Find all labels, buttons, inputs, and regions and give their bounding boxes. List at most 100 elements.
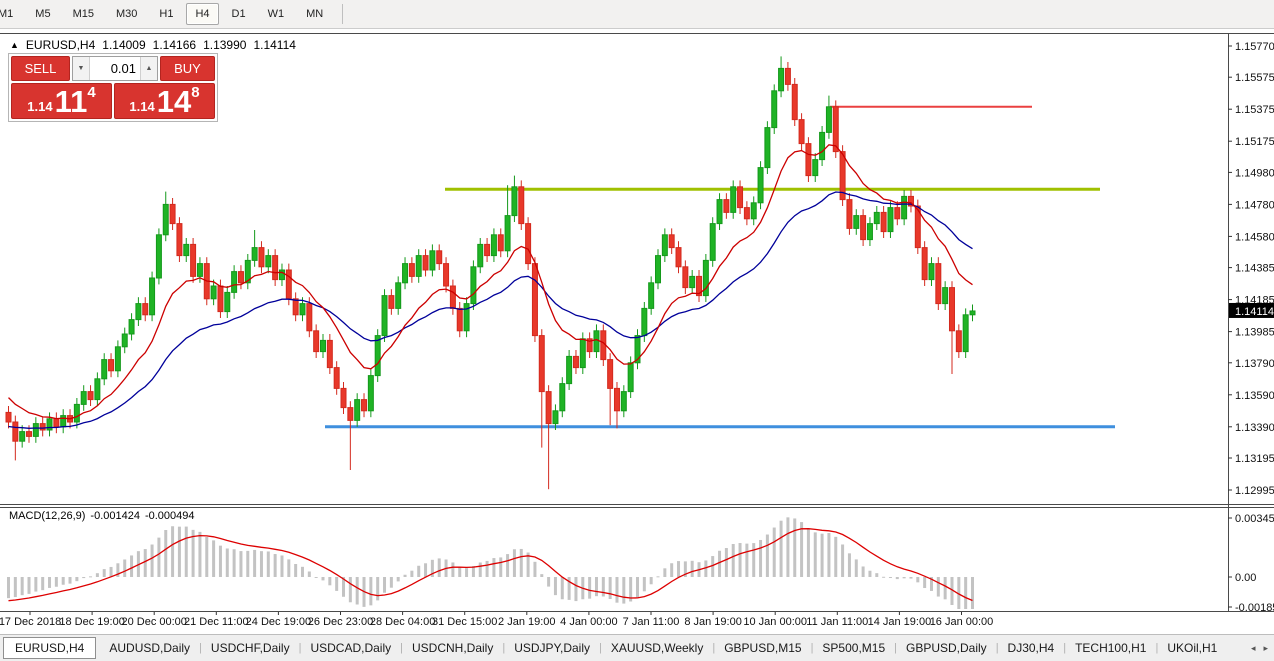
macd-histogram-bar [280, 555, 283, 577]
chart-tab-gbpusd-daily[interactable]: GBPUSD,Daily [897, 638, 996, 658]
candle-body [54, 419, 59, 427]
macd-histogram-bar [554, 577, 557, 595]
price-axis-label: 1.15375 [1235, 104, 1274, 116]
macd-histogram-bar [308, 571, 311, 577]
timeframe-button-m5[interactable]: M5 [26, 3, 59, 25]
chart-tab-sp500-m15[interactable]: SP500,M15 [813, 638, 894, 658]
price-axis-label: 1.15575 [1235, 72, 1274, 84]
timeframe-button-h4[interactable]: H4 [186, 3, 218, 25]
macd-histogram-bar [110, 567, 113, 577]
chart-tab-gbpusd-m15[interactable]: GBPUSD,M15 [715, 638, 810, 658]
macd-histogram-bar [69, 577, 72, 584]
macd-histogram-bar [745, 544, 748, 577]
timeframe-button-w1[interactable]: W1 [259, 3, 294, 25]
volume-input[interactable]: 0.01 [90, 57, 140, 80]
macd-histogram-bar [438, 558, 441, 577]
price-axis-label: 1.14385 [1235, 263, 1274, 275]
candle-body [621, 392, 626, 411]
volume-increase-icon[interactable]: ▲ [140, 57, 157, 80]
macd-histogram-bar [923, 577, 926, 588]
time-axis-label: 7 Jan 11:00 [623, 616, 680, 628]
candle-body [286, 270, 291, 299]
timeframe-button-mn[interactable]: MN [297, 3, 332, 25]
sell-button[interactable]: SELL [11, 56, 70, 81]
candle-body [40, 424, 45, 430]
timeframe-button-h1[interactable]: H1 [150, 3, 182, 25]
sell-price-base: 1.14 [27, 99, 52, 114]
candle-body [6, 412, 11, 422]
candle-body [27, 432, 32, 437]
macd-histogram-bar [821, 534, 824, 577]
macd-histogram-bar [520, 549, 523, 577]
candle-body [307, 304, 312, 331]
macd-histogram-bar [75, 577, 78, 581]
macd-histogram-bar [732, 544, 735, 577]
candle-body [820, 132, 825, 159]
chart-tab-dj30-h4[interactable]: DJ30,H4 [999, 638, 1064, 658]
macd-indicator-label: MACD(12,26,9) -0.001424 -0.000494 [9, 510, 195, 522]
sell-price-point: 4 [87, 84, 95, 101]
macd-histogram-bar [964, 577, 967, 609]
candle-body [881, 212, 886, 231]
macd-histogram-bar [287, 559, 290, 577]
macd-histogram-bar [848, 553, 851, 577]
time-axis-label: 4 Jan 00:00 [560, 616, 618, 628]
macd-histogram-bar [356, 577, 359, 604]
price-axis-label: 1.14780 [1235, 199, 1274, 211]
timeframe-button-m1[interactable]: M1 [0, 3, 22, 25]
macd-histogram-bar [916, 577, 919, 582]
candle-body [744, 208, 749, 219]
macd-histogram-bar [547, 577, 550, 587]
chart-tab-tech100-h1[interactable]: TECH100,H1 [1066, 638, 1155, 658]
macd-histogram-bar [164, 530, 167, 577]
chart-tab-ukoil-h1[interactable]: UKOil,H1 [1158, 638, 1226, 658]
chart-tab-audusd-daily[interactable]: AUDUSD,Daily [100, 638, 199, 658]
macd-histogram-bar [62, 577, 65, 585]
time-axis-label: 10 Jan 00:00 [743, 616, 807, 628]
candle-body [396, 283, 401, 309]
candle-body [184, 244, 189, 255]
candle-body [485, 244, 490, 255]
macd-histogram-bar [609, 577, 612, 599]
macd-histogram-bar [253, 550, 256, 577]
macd-histogram-bar [896, 577, 899, 579]
candle-body [300, 304, 305, 315]
volume-decrease-icon[interactable]: ▼ [73, 57, 90, 80]
one-click-trading-panel: SELL ▼ 0.01 ▲ BUY 1.14 11 4 1.14 14 8 [8, 53, 218, 122]
macd-histogram-bar [55, 577, 58, 587]
timeframe-button-m15[interactable]: M15 [64, 3, 103, 25]
collapse-panel-icon[interactable]: ▲ [10, 40, 19, 50]
chart-tab-xauusd-weekly[interactable]: XAUUSD,Weekly [602, 638, 712, 658]
macd-histogram-bar [827, 533, 830, 577]
candle-body [382, 296, 387, 336]
candle-body [546, 392, 551, 424]
macd-histogram-bar [321, 577, 324, 580]
chart-tab-eurusd-h4[interactable]: EURUSD,H4 [3, 637, 96, 659]
macd-histogram-bar [96, 573, 99, 577]
candle-body [252, 248, 257, 261]
candle-body [129, 320, 134, 334]
timeframe-button-m30[interactable]: M30 [107, 3, 146, 25]
candle-body [683, 267, 688, 288]
tabs-scroll-right-icon[interactable]: ▸ [1263, 643, 1268, 654]
candle-body [676, 248, 681, 267]
tabs-scroll-left-icon[interactable]: ◂ [1251, 643, 1256, 654]
buy-button[interactable]: BUY [160, 56, 215, 81]
buy-price-button[interactable]: 1.14 14 8 [114, 83, 215, 119]
candle-body [81, 392, 86, 405]
macd-histogram-bar [21, 577, 24, 595]
chart-tab-usdcnh-daily[interactable]: USDCNH,Daily [403, 638, 502, 658]
candle-body [136, 304, 141, 320]
candle-body [218, 286, 223, 312]
sell-price-button[interactable]: 1.14 11 4 [11, 83, 112, 119]
chart-tab-usdcad-daily[interactable]: USDCAD,Daily [301, 638, 400, 658]
macd-histogram-bar [492, 558, 495, 577]
macd-histogram-bar [151, 545, 154, 577]
macd-histogram-bar [246, 551, 249, 577]
macd-histogram-bar [212, 540, 215, 577]
macd-histogram-bar [903, 577, 906, 578]
timeframe-button-d1[interactable]: D1 [223, 3, 255, 25]
chart-tab-usdchf-daily[interactable]: USDCHF,Daily [202, 638, 299, 658]
chart-tab-usdjpy-daily[interactable]: USDJPY,Daily [505, 638, 599, 658]
macd-histogram-bar [417, 566, 420, 577]
